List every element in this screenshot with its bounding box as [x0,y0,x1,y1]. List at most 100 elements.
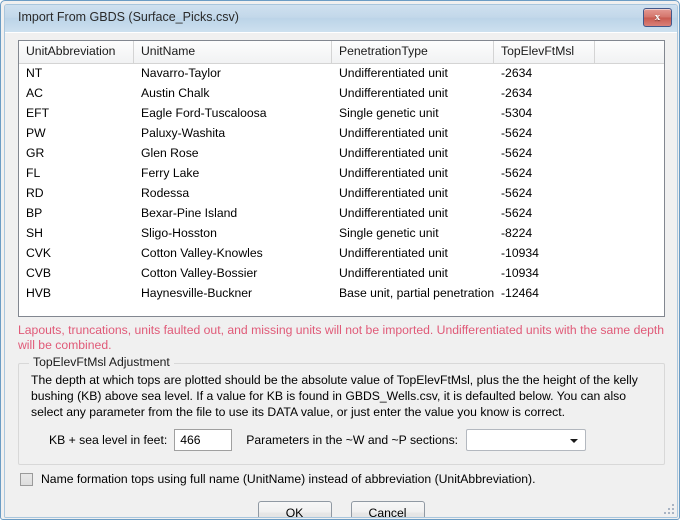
table-cell: Undifferentiated unit [339,266,448,280]
table-cell: Undifferentiated unit [339,86,448,100]
column-header[interactable]: UnitAbbreviation [19,41,134,63]
column-header[interactable] [595,41,664,63]
table-row[interactable]: EFT Eagle Ford-Tuscaloosa Single genetic u… [19,104,664,124]
use-full-name-checkbox[interactable] [20,472,33,486]
table-cell: Single genetic unit [339,226,439,240]
chevron-down-icon [570,439,579,443]
table-row[interactable]: AC Austin Chalk Undifferentiated unit -2634 [19,84,664,104]
table-cell: Navarro-Taylor [141,66,221,80]
import-warning-text: Lapouts, truncations, units faulted out,… [18,323,665,352]
table-cell: -5304 [501,106,533,120]
table-cell: NT [26,66,43,80]
table-cell: Sligo-Hosston [141,226,217,240]
table-cell: -8224 [501,226,533,240]
table-cell: Rodessa [141,186,190,200]
table-cell [595,244,664,264]
table-cell: Eagle Ford-Tuscaloosa [141,106,267,120]
resize-grip[interactable] [662,502,674,514]
use-full-name-label: Name formation tops using full name (Uni… [41,472,536,486]
table-cell [595,84,664,104]
window-title: Import From GBDS (Surface_Picks.csv) [18,10,239,24]
table-row[interactable]: HVB Haynesville-Buckner Base unit, partial… [19,284,664,304]
table-row[interactable]: RD Rodessa Undifferentiated unit -5624 [19,184,664,204]
table-body: NT Navarro-Taylor Undifferentiated unit -26… [19,64,664,304]
table-row[interactable]: CVK Cotton Valley-Knowles Undifferentiated… [19,244,664,264]
table-cell [595,284,664,304]
table-cell: -5624 [501,166,533,180]
table-cell [595,224,664,244]
window-frame: Import From GBDS (Surface_Picks.csv) x U… [4,4,678,518]
table-cell: -10934 [501,266,539,280]
import-from-gbds-dialog: Import From GBDS (Surface_Picks.csv) x U… [0,0,680,520]
table-cell: PW [26,126,46,140]
table-cell: -5624 [501,146,533,160]
table-row[interactable]: FL Ferry Lake Undifferentiated unit -5624 [19,164,664,184]
cancel-button[interactable]: Cancel [350,501,425,517]
table-cell: AC [26,86,43,100]
title-bar[interactable]: Import From GBDS (Surface_Picks.csv) x [5,5,677,33]
kb-field-label: KB + sea level in feet: [49,433,168,447]
table-cell: RD [26,186,44,200]
table-cell: HVB [26,286,52,300]
table-cell: -5624 [501,186,533,200]
table-cell: -12464 [501,286,539,300]
table-row[interactable]: SH Sligo-Hosston Single genetic unit -8224 [19,224,664,244]
table-cell: Undifferentiated unit [339,146,448,160]
table-cell: Bexar-Pine Island [141,206,238,220]
table-cell: EFT [26,106,50,120]
table-cell [595,124,664,144]
table-row[interactable]: PW Paluxy-Washita Undifferentiated unit -56… [19,124,664,144]
table-cell: Base unit, partial penetration [339,286,494,300]
table-cell: BP [26,206,43,220]
table-cell: Undifferentiated unit [339,206,448,220]
table-cell [595,264,664,284]
table-cell: Austin Chalk [141,86,210,100]
ok-button[interactable]: OK [257,501,332,517]
column-header[interactable]: PenetrationType [332,41,494,63]
table-cell: -5624 [501,206,533,220]
adjustment-field-row: KB + sea level in feet: Parameters in th… [31,428,587,452]
table-cell: Ferry Lake [141,166,200,180]
table-row[interactable]: GR Glen Rose Undifferentiated unit -5624 [19,144,664,164]
table-cell: -5624 [501,126,533,140]
table-row[interactable]: NT Navarro-Taylor Undifferentiated unit -26… [19,64,664,84]
table-cell: -2634 [501,66,533,80]
table-row[interactable]: CVB Cotton Valley-Bossier Undifferentiated… [19,264,664,284]
parameters-combobox[interactable] [466,429,587,451]
table-cell: Undifferentiated unit [339,246,448,260]
table-cell [595,184,664,204]
table-cell [595,64,664,84]
table-cell: Cotton Valley-Bossier [141,266,258,280]
column-header[interactable]: TopElevFtMsl [494,41,595,63]
close-icon: x [654,11,661,23]
table-cell: FL [26,166,41,180]
table-cell [595,204,664,224]
dialog-client-area: UnitAbbreviation UnitName PenetrationType T… [5,33,677,517]
table-cell: SH [26,226,43,240]
table-header-row: UnitAbbreviation UnitName PenetrationType T… [19,41,664,64]
table-cell: Glen Rose [141,146,199,160]
close-button[interactable]: x [643,8,672,27]
table-cell: Cotton Valley-Knowles [141,246,263,260]
table-cell [595,104,664,124]
parameters-combobox-label: Parameters in the ~W and ~P sections: [246,433,459,447]
table-cell: -10934 [501,246,539,260]
table-cell: Single genetic unit [339,106,439,120]
group-box-label: TopElevFtMsl Adjustment [29,355,174,369]
kb-sea-level-input[interactable] [174,429,233,451]
table-row[interactable]: BP Bexar-Pine Island Undifferentiated unit… [19,204,664,224]
table-cell: -2634 [501,86,533,100]
table-cell: Undifferentiated unit [339,126,448,140]
table-cell [595,164,664,184]
surface-picks-table[interactable]: UnitAbbreviation UnitName PenetrationType T… [18,40,665,317]
table-cell: CVK [26,246,52,260]
table-cell: Undifferentiated unit [339,66,448,80]
table-cell: Undifferentiated unit [339,166,448,180]
table-cell [595,144,664,164]
topelevftmsl-adjustment-group: TopElevFtMsl Adjustment The depth at whi… [18,355,665,465]
table-cell: GR [26,146,45,160]
table-cell: Haynesville-Buckner [141,286,253,300]
column-header[interactable]: UnitName [134,41,332,63]
dialog-button-bar: OK Cancel [5,501,677,517]
fullname-option-row: Name formation tops using full name (Uni… [20,472,536,486]
